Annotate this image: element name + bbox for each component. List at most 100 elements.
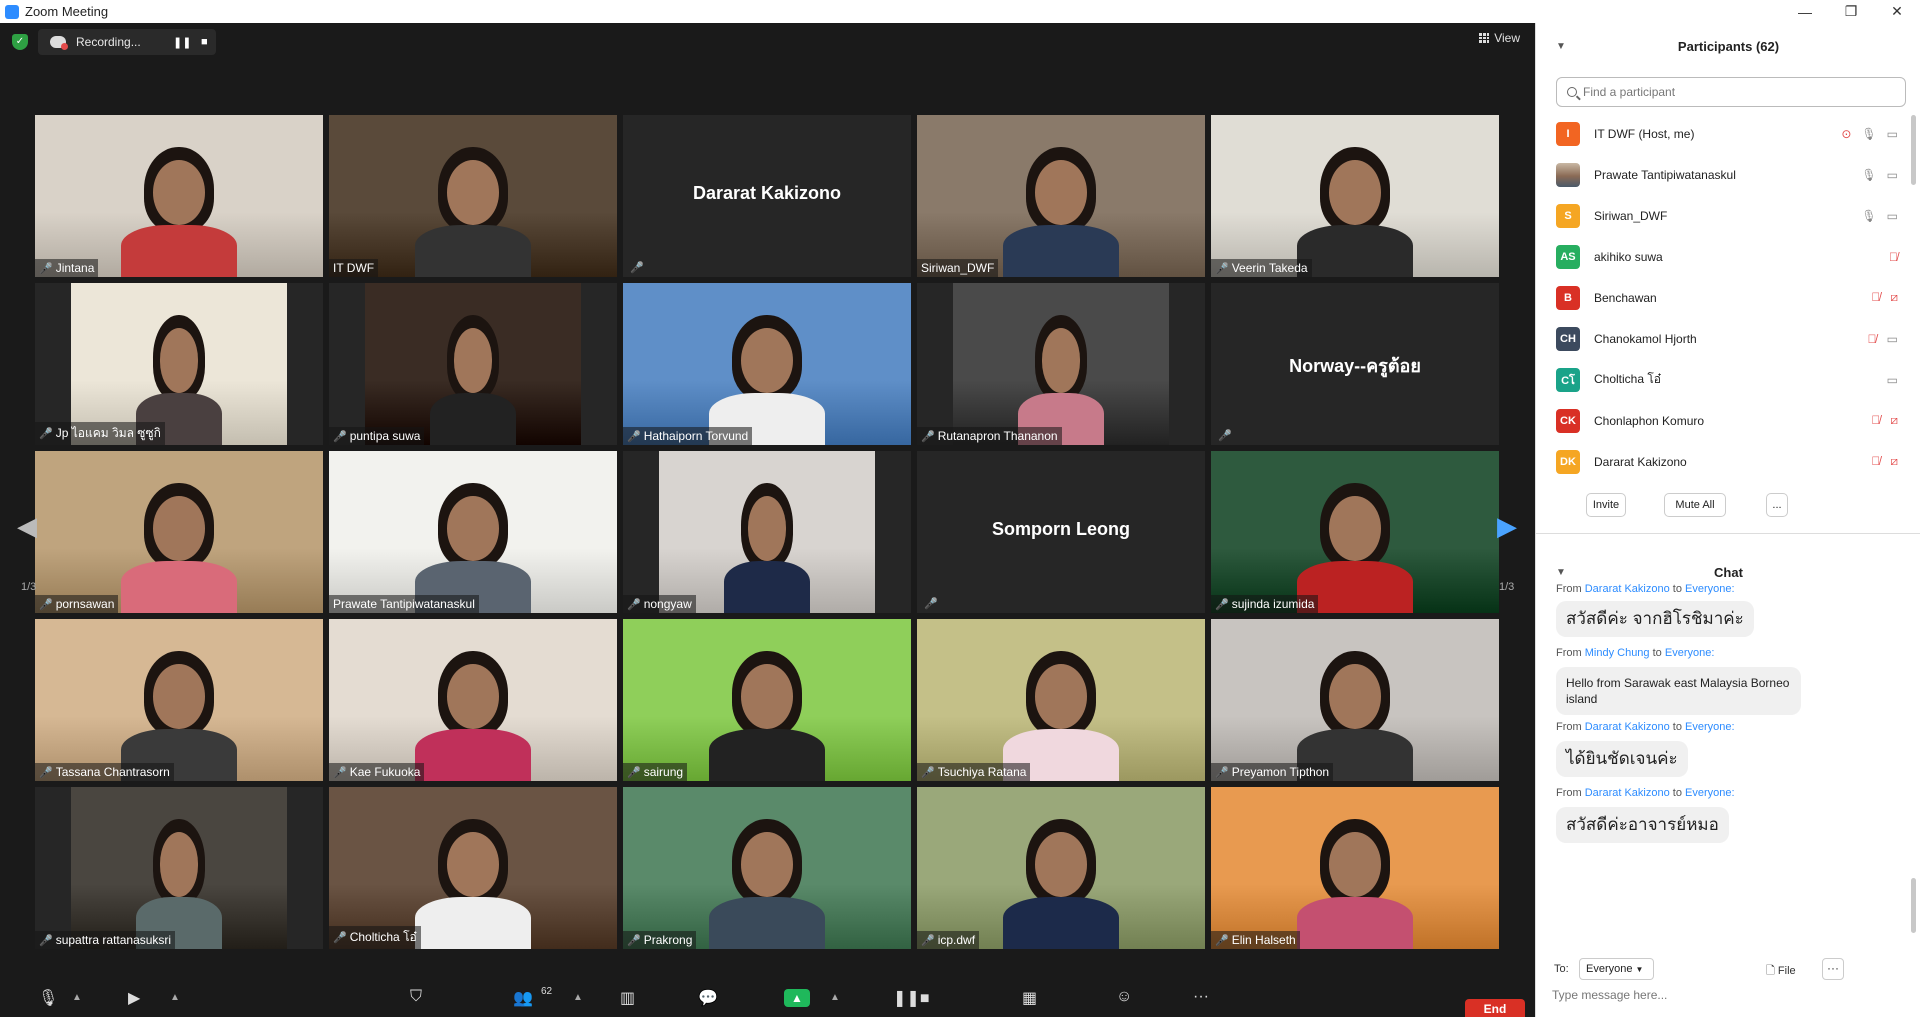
participant-search-input[interactable] <box>1583 85 1883 99</box>
participants-caret-icon[interactable]: ▲ <box>573 992 583 1003</box>
video-tile[interactable]: 🎤 puntipa suwa <box>329 283 617 445</box>
reactions-icon[interactable]: ☺ <box>1116 988 1132 1006</box>
next-page-arrow-icon[interactable]: ▶ <box>1497 511 1517 542</box>
participant-row[interactable]: AS akihiko suwa 🎙̸ <box>1536 236 1916 277</box>
chat-more-button[interactable]: ··· <box>1822 958 1844 980</box>
participant-row[interactable]: B Benchawan 🎙̸ ⧄ <box>1536 277 1916 318</box>
sender-name[interactable]: Dararat Kakizono <box>1585 787 1670 799</box>
participant-row[interactable]: Cโ Cholticha โอ๋ ▭ <box>1536 359 1916 400</box>
participant-row[interactable]: Prawate Tantipiwatanaskul 🎙 ▭ <box>1536 154 1916 195</box>
muted-mic-icon: 🎤 <box>627 430 641 443</box>
video-tile[interactable]: 🎤 Cholticha โอ๋ <box>329 787 617 949</box>
page-indicator-right: 1/3 <box>1499 581 1515 593</box>
video-camera-icon[interactable]: ▶ <box>128 988 140 1008</box>
participant-row[interactable]: DK Dararat Kakizono 🎙̸ ⧄ <box>1536 441 1916 482</box>
participants-icon[interactable]: 👥 <box>513 988 533 1008</box>
security-shield-icon[interactable]: ✓ <box>12 34 28 50</box>
chat-icon[interactable]: 💬 <box>698 988 718 1008</box>
participant-row[interactable]: S Siriwan_DWF 🎙 ▭ <box>1536 195 1916 236</box>
video-tile[interactable]: 🎤 pornsawan <box>35 451 323 613</box>
video-tile[interactable]: 🎤 icp.dwf <box>917 787 1205 949</box>
chat-scrollbar[interactable] <box>1911 878 1916 933</box>
video-feed <box>35 451 323 613</box>
security-icon[interactable]: ⛉ <box>410 988 422 1006</box>
participant-name: Dararat Kakizono <box>692 183 842 203</box>
to-label: To: <box>1554 963 1569 975</box>
more-options-icon[interactable]: ··· <box>1193 988 1209 1006</box>
previous-page-arrow-icon[interactable]: ◀ <box>17 511 37 542</box>
invite-button[interactable]: Invite <box>1586 493 1626 517</box>
participant-row[interactable]: CH Chanokamol Hjorth 🎙̸ ▭ <box>1536 318 1916 359</box>
breakout-rooms-icon[interactable]: ▦ <box>1022 988 1037 1008</box>
participant-nameplate: 🎤 Veerin Takeda <box>1211 259 1312 277</box>
recipient-name[interactable]: Everyone: <box>1685 787 1735 799</box>
video-tile[interactable]: IT DWF <box>329 115 617 277</box>
record-icon[interactable]: ❚❚■ <box>893 988 929 1008</box>
share-caret-icon[interactable]: ▲ <box>830 992 840 1003</box>
video-tile[interactable]: 🎤 Prakrong <box>623 787 911 949</box>
file-button[interactable]: 🗋 File <box>1766 962 1796 981</box>
video-tile[interactable]: 🎤 nongyaw <box>623 451 911 613</box>
recipient-dropdown[interactable]: Everyone ▼ <box>1579 958 1654 980</box>
pause-recording-button[interactable]: ❚❚ <box>173 36 191 49</box>
participant-name: sujinda izumida <box>1231 597 1315 611</box>
video-options-caret-icon[interactable]: ▲ <box>170 992 180 1003</box>
mute-all-button[interactable]: Mute All <box>1664 493 1726 517</box>
chat-message-header: From Dararat Kakizono to Everyone: <box>1556 721 1735 733</box>
restore-button[interactable]: ❐ <box>1828 0 1874 23</box>
video-tile[interactable]: Dararat Kakizono 🎤 <box>623 115 911 277</box>
participant-list: I IT DWF (Host, me) ⊙ 🎙 ▭ Prawate Tantipiwata… <box>1536 113 1916 482</box>
participant-name: supattra rattanasuksri <box>55 933 172 947</box>
video-icon: ▭ <box>1886 126 1898 141</box>
end-meeting-button[interactable]: End <box>1465 999 1525 1017</box>
collapse-participants-chevron-icon[interactable]: ▼ <box>1556 41 1566 52</box>
video-tile[interactable]: 🎤 Veerin Takeda <box>1211 115 1499 277</box>
video-tile[interactable]: 🎤 Tsuchiya Ratana <box>917 619 1205 781</box>
video-tile[interactable]: 🎤 Tassana Chantrasorn <box>35 619 323 781</box>
collapse-chat-chevron-icon[interactable]: ▼ <box>1556 567 1566 578</box>
participants-more-button[interactable]: ... <box>1766 493 1788 517</box>
sender-name[interactable]: Dararat Kakizono <box>1585 721 1670 733</box>
share-screen-icon[interactable]: ▲ <box>784 989 810 1007</box>
video-tile[interactable]: 🎤 Jintana <box>35 115 323 277</box>
microphone-icon[interactable]: 🎙 <box>38 988 58 1008</box>
audio-options-caret-icon[interactable]: ▲ <box>72 992 82 1003</box>
stop-recording-button[interactable]: ■ <box>201 36 208 48</box>
video-tile[interactable]: Prawate Tantipiwatanaskul <box>329 451 617 613</box>
video-tile[interactable]: Norway--ครูต้อย 🎤 <box>1211 283 1499 445</box>
recipient-name[interactable]: Everyone: <box>1665 647 1715 659</box>
video-tile[interactable]: 🎤 Preyamon Tipthon <box>1211 619 1499 781</box>
sender-name[interactable]: Mindy Chung <box>1585 647 1650 659</box>
polls-icon[interactable]: ▥ <box>620 988 635 1008</box>
sender-name[interactable]: Dararat Kakizono <box>1585 583 1670 595</box>
minimize-button[interactable]: — <box>1782 0 1828 23</box>
participants-header: ▼ Participants (62) <box>1536 26 1920 66</box>
participant-status-icons: 🎙̸ ⧄ <box>1871 454 1898 469</box>
video-tile[interactable]: 🎤 Rutanapron Thananon <box>917 283 1205 445</box>
meeting-area: ✓ Recording... ❚❚ ■ View 🎤 Jintana IT DWF D… <box>0 23 1535 1017</box>
chat-message-input[interactable] <box>1552 988 1842 1002</box>
video-tile[interactable]: 🎤 Kae Fukuoka <box>329 619 617 781</box>
participant-list-scrollbar[interactable] <box>1911 115 1916 185</box>
video-tile[interactable]: 🎤 supattra rattanasuksri <box>35 787 323 949</box>
participant-row[interactable]: CK Chonlaphon Komuro 🎙̸ ⧄ <box>1536 400 1916 441</box>
video-tile[interactable]: 🎤 Hathaiporn Torvund <box>623 283 911 445</box>
close-button[interactable]: ✕ <box>1874 0 1920 23</box>
participant-nameplate: 🎤 icp.dwf <box>917 931 980 949</box>
video-tile[interactable]: Somporn Leong 🎤 <box>917 451 1205 613</box>
recipient-name[interactable]: Everyone: <box>1685 721 1735 733</box>
video-tile[interactable]: 🎤 sujinda izumida <box>1211 451 1499 613</box>
person-face <box>153 496 205 562</box>
participant-row[interactable]: I IT DWF (Host, me) ⊙ 🎙 ▭ <box>1536 113 1916 154</box>
person-face <box>741 832 793 898</box>
video-tile[interactable]: Siriwan_DWF <box>917 115 1205 277</box>
participant-search[interactable] <box>1556 77 1906 107</box>
recipient-name[interactable]: Everyone: <box>1685 583 1735 595</box>
muted-mic-icon: 🎤 <box>333 766 347 779</box>
person-body <box>415 897 531 949</box>
video-tile[interactable]: 🎤 Elin Halseth <box>1211 787 1499 949</box>
video-tile[interactable]: 🎤 sairung <box>623 619 911 781</box>
video-tile[interactable]: 🎤 Jp ไอแคม วิมล ซูซูกิ <box>35 283 323 445</box>
muted-mic-icon: 🎤 <box>1215 934 1229 947</box>
view-button[interactable]: View <box>1479 31 1520 45</box>
